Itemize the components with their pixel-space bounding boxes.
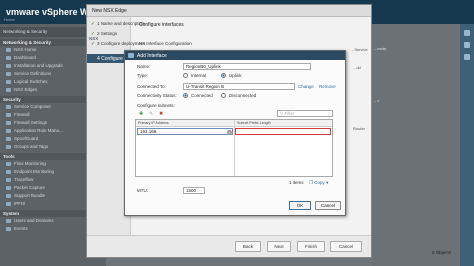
- objects-count: 6 Objects: [432, 250, 452, 255]
- connected-to-field[interactable]: U-Transit Region B: [183, 83, 295, 90]
- edge-icon: [6, 87, 11, 92]
- bundle-icon: [6, 193, 11, 198]
- type-uplink-radio[interactable]: [221, 73, 226, 78]
- trace-icon: [6, 177, 11, 182]
- connected-to-label: Connected To:: [137, 84, 166, 89]
- wizard-content-title: Configure interfaces: [139, 22, 184, 28]
- name-label: Name:: [137, 64, 151, 69]
- endpoint-icon: [6, 169, 11, 174]
- users-icon: [6, 218, 11, 223]
- home-icon: [6, 47, 11, 52]
- back-button[interactable]: Back: [235, 241, 261, 252]
- dialog-cancel-button[interactable]: Cancel: [315, 201, 341, 210]
- mtu-field[interactable]: 1500: [183, 187, 205, 194]
- filter-input[interactable]: ⚲ Filter: [277, 110, 333, 117]
- wizard-content-subtitle: HA Interface Configuration: [139, 41, 192, 46]
- shield-icon: [6, 136, 11, 141]
- settings-icon: [6, 120, 11, 125]
- dashboard-icon: [6, 55, 11, 60]
- behind-label: Router: [353, 126, 366, 131]
- composer-icon: [6, 104, 11, 109]
- delete-icon[interactable]: ✖: [159, 111, 163, 117]
- status-connected-radio[interactable]: [183, 93, 188, 98]
- name-field[interactable]: RegionB0_Uplink: [183, 63, 311, 70]
- rule-icon: [6, 128, 11, 133]
- behind-label: ...dd: [353, 65, 361, 70]
- status-disconnected-label[interactable]: Disconnected: [229, 93, 256, 98]
- pane-tab-icon[interactable]: [464, 42, 470, 48]
- flow-icon: [6, 161, 11, 166]
- subnet-prefix-input[interactable]: [235, 128, 331, 135]
- dialog-titlebar: Add Interface: [125, 51, 345, 60]
- right-panel: ...mote ...v 6 Objects: [372, 24, 474, 266]
- cancel-button[interactable]: Cancel: [330, 241, 362, 252]
- change-link[interactable]: Change: [298, 84, 314, 89]
- ipfix-icon: [6, 201, 11, 206]
- wizard-side-label: NSX: [89, 36, 99, 41]
- remove-link[interactable]: Remove: [319, 84, 336, 89]
- configure-subnets-label: Configure subnets:: [137, 103, 175, 108]
- mtu-label: MTU:: [137, 188, 148, 193]
- right-label-b: ...v: [374, 98, 380, 103]
- behind-label: ...Service: [351, 47, 368, 52]
- right-label-a: ...mote: [374, 46, 387, 51]
- wizard-titlebar: New NSX Edge: [87, 5, 371, 17]
- pane-tab-icon[interactable]: [464, 30, 470, 36]
- firewall-icon: [6, 112, 11, 117]
- install-icon: [6, 63, 11, 68]
- next-button[interactable]: Next: [267, 241, 291, 252]
- wizard-step-1[interactable]: ✓ 1 Name and description: [91, 21, 145, 27]
- connectivity-status-label: Connectivity Status:: [137, 93, 177, 98]
- capture-icon: [6, 185, 11, 190]
- group-icon: [6, 144, 11, 149]
- copy-menu[interactable]: ❐ Copy ▾: [309, 180, 328, 186]
- home-link[interactable]: Home: [4, 17, 15, 22]
- type-label: Type:: [137, 73, 149, 78]
- finish-button[interactable]: Finish: [297, 241, 325, 252]
- ok-button[interactable]: OK: [289, 201, 311, 210]
- dialog-title: Add Interface: [137, 53, 167, 59]
- type-internal-radio[interactable]: [183, 73, 188, 78]
- wizard-step-3[interactable]: ✓ 3 Configure deployment: [91, 41, 145, 47]
- wizard-title: New NSX Edge: [92, 8, 127, 14]
- wizard-footer: Back Next Finish Cancel: [87, 235, 371, 257]
- service-icon: [6, 71, 11, 76]
- switch-icon: [6, 79, 11, 84]
- interface-icon: [128, 53, 134, 58]
- type-internal-label[interactable]: Internal: [191, 73, 206, 78]
- primary-ip-input[interactable]: 192.168. ×: [137, 128, 233, 135]
- add-interface-dialog: Add Interface Name: RegionB0_Uplink Type…: [124, 50, 346, 216]
- subnets-grid: Primary IP Address Subnet Prefix Length …: [135, 119, 333, 177]
- clear-icon[interactable]: ×: [227, 130, 232, 135]
- side-pane-strip: [460, 24, 474, 266]
- status-disconnected-radio[interactable]: [221, 93, 226, 98]
- type-uplink-label[interactable]: Uplink: [229, 73, 242, 78]
- column-primary-ip[interactable]: Primary IP Address: [138, 121, 169, 125]
- pane-tab-icon[interactable]: [464, 54, 470, 60]
- events-icon: [6, 226, 11, 231]
- items-count: 1 items: [289, 180, 304, 185]
- add-icon[interactable]: ✚: [139, 111, 143, 117]
- column-subnet-prefix[interactable]: Subnet Prefix Length: [237, 121, 271, 125]
- status-connected-label[interactable]: Connected: [191, 93, 213, 98]
- edit-icon[interactable]: ✎: [149, 111, 153, 117]
